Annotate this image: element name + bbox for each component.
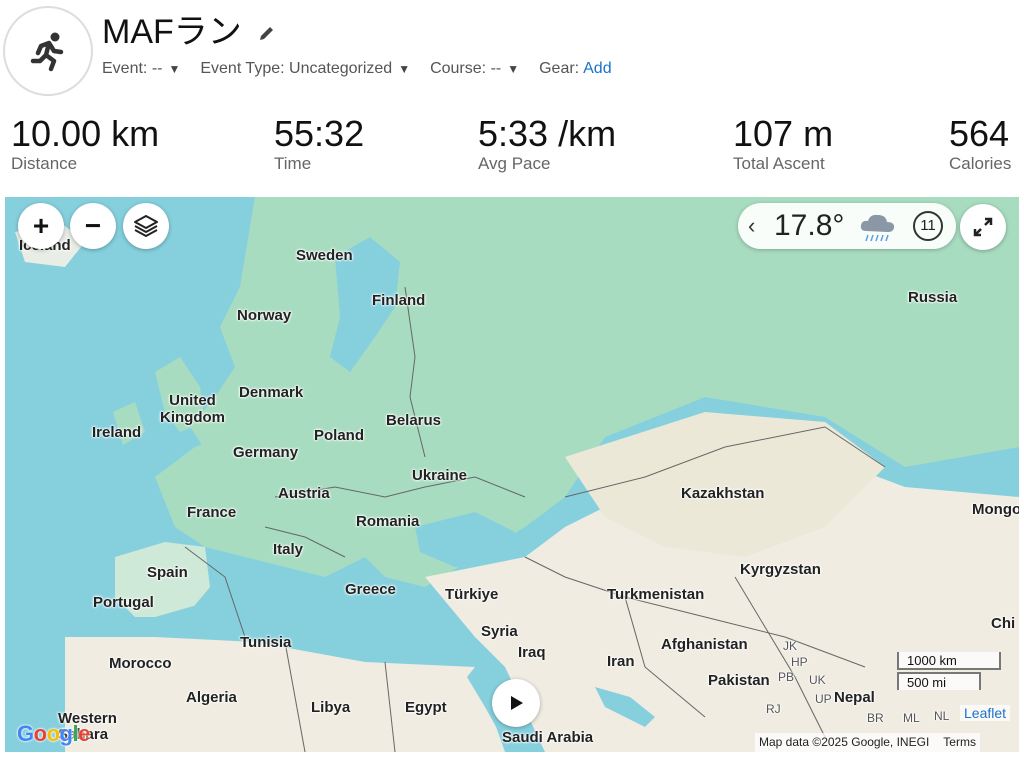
activity-stats: 10.00 km Distance 55:32 Time 5:33 /km Av… (0, 112, 1024, 182)
map-label-iraq: Iraq (518, 644, 546, 661)
activity-meta: Event: -- ▼ Event Type: Uncategorized ▼ Co… (102, 60, 612, 78)
weather-temperature: 17.8° (774, 209, 845, 242)
chevron-left-icon[interactable]: ‹ (748, 213, 755, 239)
map-label-italy: Italy (273, 541, 304, 558)
stat-value: 5:33 /km (478, 113, 617, 154)
zoom-out-button[interactable]: − (70, 203, 116, 249)
wind-speed-icon: 11 (913, 211, 943, 241)
scale-km: 1000 km (897, 652, 1001, 670)
fullscreen-button[interactable] (960, 204, 1006, 250)
stat-time: 55:32 Time (274, 112, 364, 174)
map-label-kyrgyzstan: Kyrgyzstan (740, 561, 821, 578)
stat-distance: 10.00 km Distance (11, 112, 159, 174)
route-map[interactable]: Iceland Sweden Finland Norway Russia Uni… (5, 197, 1019, 752)
event-dropdown[interactable]: Event: -- ▼ (102, 60, 180, 78)
activity-title: MAFラン (102, 13, 242, 51)
stat-calories: 564 Calories (949, 112, 1011, 174)
weather-widget[interactable]: ‹ 17.8° 11 (738, 203, 956, 249)
stat-label: Calories (949, 154, 1012, 173)
activity-header: MAFラン Event: -- ▼ Event Type: Uncategoriz… (0, 0, 1024, 100)
gear-field: Gear: Add (539, 60, 612, 77)
map-label-libya: Libya (311, 699, 351, 716)
map-label-state: NL (934, 709, 950, 723)
leaflet-link[interactable]: Leaflet (960, 705, 1011, 721)
stat-label: Distance (11, 154, 78, 173)
map-label-china: Chi (991, 615, 1016, 632)
stat-label: Time (274, 154, 312, 173)
play-icon (511, 696, 523, 710)
stat-value: 564 (949, 113, 1010, 154)
map-label-norway: Norway (237, 307, 292, 324)
map-label-greece: Greece (345, 581, 396, 598)
google-logo: Google (17, 721, 90, 746)
layers-button[interactable] (123, 203, 169, 249)
runner-icon (30, 32, 64, 72)
map-label-afghanistan: Afghanistan (661, 636, 748, 653)
map-label-egypt: Egypt (405, 699, 447, 716)
map-label-kazakhstan: Kazakhstan (681, 485, 765, 502)
map-label-morocco: Morocco (109, 655, 172, 672)
map-label-denmark: Denmark (239, 384, 304, 401)
map-label-mongolia: Mongo (972, 501, 1019, 518)
stat-avg-pace: 5:33 /km Avg Pace (478, 112, 616, 174)
map-label-ukraine: Ukraine (412, 467, 468, 484)
stat-value: 10.00 km (11, 113, 160, 154)
map-label-turkmenistan: Turkmenistan (607, 586, 705, 603)
scale-mi: 500 mi (897, 672, 981, 690)
zoom-in-button[interactable]: + (18, 203, 64, 249)
caret-down-icon: ▼ (507, 62, 520, 76)
map-label-france: France (187, 504, 237, 521)
map-label-poland: Poland (314, 427, 365, 444)
map-label-state: HP (791, 655, 808, 669)
map-label-portugal: Portugal (93, 594, 154, 611)
stat-value: 107 m (733, 113, 834, 154)
map-scale: 1000 km 500 mi (897, 652, 1001, 690)
add-gear-link[interactable]: Add (583, 60, 611, 77)
map-label-sweden: Sweden (296, 247, 353, 264)
map-label-finland: Finland (372, 292, 426, 309)
caret-down-icon: ▼ (168, 62, 181, 76)
attribution-text: Map data ©2025 Google, INEGI (759, 735, 930, 749)
caret-down-icon: ▼ (398, 62, 411, 76)
stat-label: Total Ascent (733, 154, 825, 173)
map-label-tunisia: Tunisia (240, 634, 292, 651)
map-label-iran: Iran (607, 653, 635, 670)
map-attribution: Map data ©2025 Google, INEGI Terms (755, 733, 980, 752)
terms-link[interactable]: Terms (943, 735, 976, 749)
map-label-russia: Russia (908, 289, 958, 306)
map-label-pakistan: Pakistan (708, 672, 770, 689)
activity-type-avatar (3, 6, 93, 96)
map-label-syria: Syria (481, 623, 518, 640)
map-label-state: ML (903, 711, 920, 725)
map-label-germany: Germany (233, 444, 299, 461)
map-label-spain: Spain (147, 564, 188, 581)
rain-cloud-icon (860, 214, 895, 242)
map-label-state: UP (815, 692, 832, 706)
map-label-nepal: Nepal (834, 689, 875, 706)
stat-value: 55:32 (274, 113, 365, 154)
map-label-state: BR (867, 711, 884, 725)
stat-total-ascent: 107 m Total Ascent (733, 112, 833, 174)
map-label-saudi-arabia: Saudi Arabia (502, 729, 594, 746)
map-label-ireland: Ireland (92, 424, 142, 441)
map-label-state: JK (783, 639, 798, 653)
map-label-turkiye: Türkiye (445, 586, 499, 603)
map-label-state: PB (778, 670, 795, 684)
map-label-state: UK (809, 673, 826, 687)
map-label-austria: Austria (278, 485, 330, 502)
wind-speed-value: 11 (920, 217, 936, 234)
map-label-united-kingdom: United Kingdom (160, 392, 225, 426)
map-label-belarus: Belarus (386, 412, 442, 429)
layers-icon (134, 215, 158, 237)
play-route-button[interactable] (492, 679, 540, 727)
expand-icon (973, 217, 993, 237)
pencil-icon[interactable] (258, 24, 276, 42)
stat-label: Avg Pace (478, 154, 551, 173)
map-label-state: RJ (766, 702, 781, 716)
map-label-algeria: Algeria (186, 689, 237, 706)
course-dropdown[interactable]: Course: -- ▼ (430, 60, 519, 78)
map-label-romania: Romania (356, 513, 420, 530)
event-type-dropdown[interactable]: Event Type: Uncategorized ▼ (200, 60, 410, 78)
